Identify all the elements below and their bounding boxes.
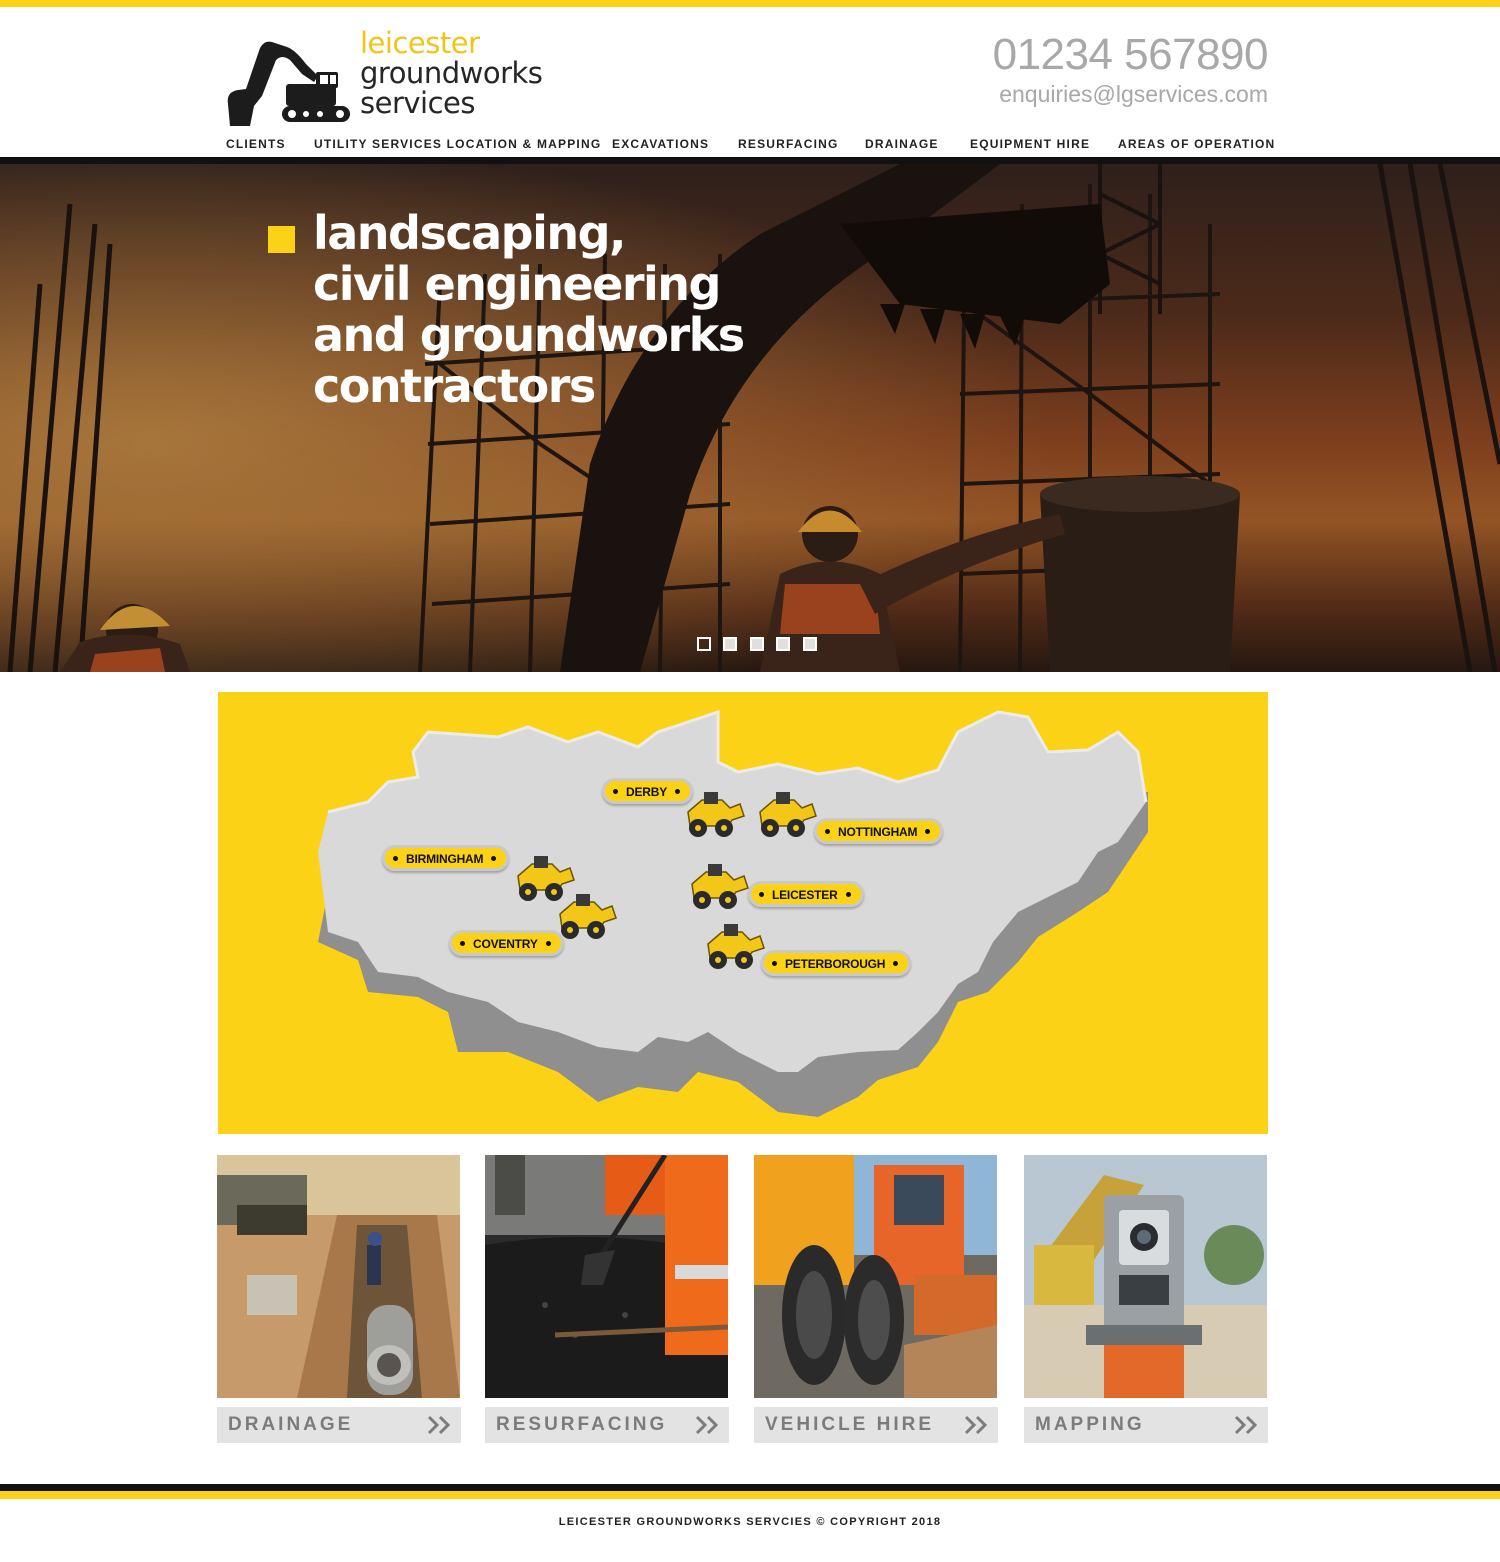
service-card-resurfacing[interactable]: RESURFACING (485, 1155, 729, 1444)
map-location-label: COVENTRY (473, 936, 538, 951)
map-location-label: BIRMINGHAM (406, 851, 484, 866)
service-button-resurfacing[interactable]: RESURFACING (485, 1407, 729, 1443)
service-label: RESURFACING (496, 1414, 668, 1435)
region-map[interactable] (218, 692, 1268, 1134)
slider-dot-3[interactable] (750, 637, 764, 651)
service-button-vehicle-hire[interactable]: VEHICLE HIRE (754, 1407, 998, 1443)
hero-bullet-square (268, 226, 295, 253)
email-link[interactable]: enquiries@lgservices.com (993, 80, 1268, 108)
contact-block: 01234 567890 enquiries@lgservices.com (993, 32, 1269, 108)
service-card-drainage[interactable]: DRAINAGE (217, 1155, 461, 1444)
hero-line-3: and groundworks (313, 308, 745, 362)
vehicle-hire-photo (754, 1155, 997, 1398)
slider-dot-4[interactable] (776, 637, 790, 651)
phone-number[interactable]: 01234 567890 (993, 32, 1269, 78)
double-chevron-right-icon (1234, 1415, 1258, 1435)
mapping-photo (1024, 1155, 1267, 1398)
map-location-leicester[interactable]: LEICESTER (748, 881, 864, 907)
map-location-label: DERBY (626, 784, 668, 799)
hero-line-4: contractors (313, 359, 596, 413)
excavator-icon (227, 41, 350, 126)
logo-line-2: groundworks (360, 56, 543, 90)
areas-map-panel: DERBY NOTTINGHAM BIRMINGHAM LEICESTER CO… (218, 692, 1268, 1134)
service-label: MAPPING (1035, 1414, 1145, 1435)
resurfacing-photo (485, 1155, 728, 1398)
map-location-label: PETERBOROUGH (785, 956, 886, 971)
map-location-label: NOTTINGHAM (838, 824, 918, 839)
wheel-loader-icon (707, 924, 765, 969)
wheel-loader-icon (559, 894, 617, 939)
map-location-label: LEICESTER (772, 887, 838, 902)
service-card-vehicle-hire[interactable]: VEHICLE HIRE (754, 1155, 998, 1444)
logo-line-1: leicester (360, 26, 480, 60)
double-chevron-right-icon (427, 1415, 451, 1435)
service-card-mapping[interactable]: MAPPING (1024, 1155, 1268, 1444)
map-location-derby[interactable]: DERBY (602, 778, 694, 804)
map-location-peterborough[interactable]: PETERBOROUGH (761, 950, 912, 976)
service-button-drainage[interactable]: DRAINAGE (217, 1407, 461, 1443)
footer-copyright: LEICESTER GROUNDWORKS SERVCIES © COPYRIG… (558, 1516, 942, 1528)
hero-banner: landscaping, civil engineering and groun… (0, 164, 1500, 672)
logo-wordmark: leicester groundworks services (360, 26, 543, 120)
site-logo[interactable]: leicester groundworks services (224, 28, 564, 128)
map-location-birmingham[interactable]: BIRMINGHAM (382, 845, 510, 871)
footer-yellow-bar (0, 1491, 1500, 1499)
logo-line-3: services (360, 86, 476, 120)
drainage-photo (217, 1155, 460, 1398)
slider-dot-2[interactable] (723, 637, 737, 651)
double-chevron-right-icon (695, 1415, 719, 1435)
map-location-coventry[interactable]: COVENTRY (449, 930, 564, 956)
nav-divider (0, 157, 1500, 164)
service-button-mapping[interactable]: MAPPING (1024, 1407, 1268, 1443)
map-location-nottingham[interactable]: NOTTINGHAM (814, 818, 944, 844)
wheel-loader-icon (759, 792, 817, 837)
double-chevron-right-icon (964, 1415, 988, 1435)
footer-black-bar (0, 1484, 1500, 1491)
slider-dot-1[interactable] (697, 637, 711, 651)
hero-line-1: landscaping, (313, 206, 627, 260)
service-label: VEHICLE HIRE (765, 1414, 935, 1435)
wheel-loader-icon (691, 864, 749, 909)
top-accent-strip (0, 0, 1500, 7)
hero-line-2: civil engineering (313, 257, 722, 311)
service-label: DRAINAGE (228, 1414, 354, 1435)
hero-title: landscaping, civil engineering and groun… (313, 208, 793, 412)
slider-dot-5[interactable] (803, 637, 817, 651)
